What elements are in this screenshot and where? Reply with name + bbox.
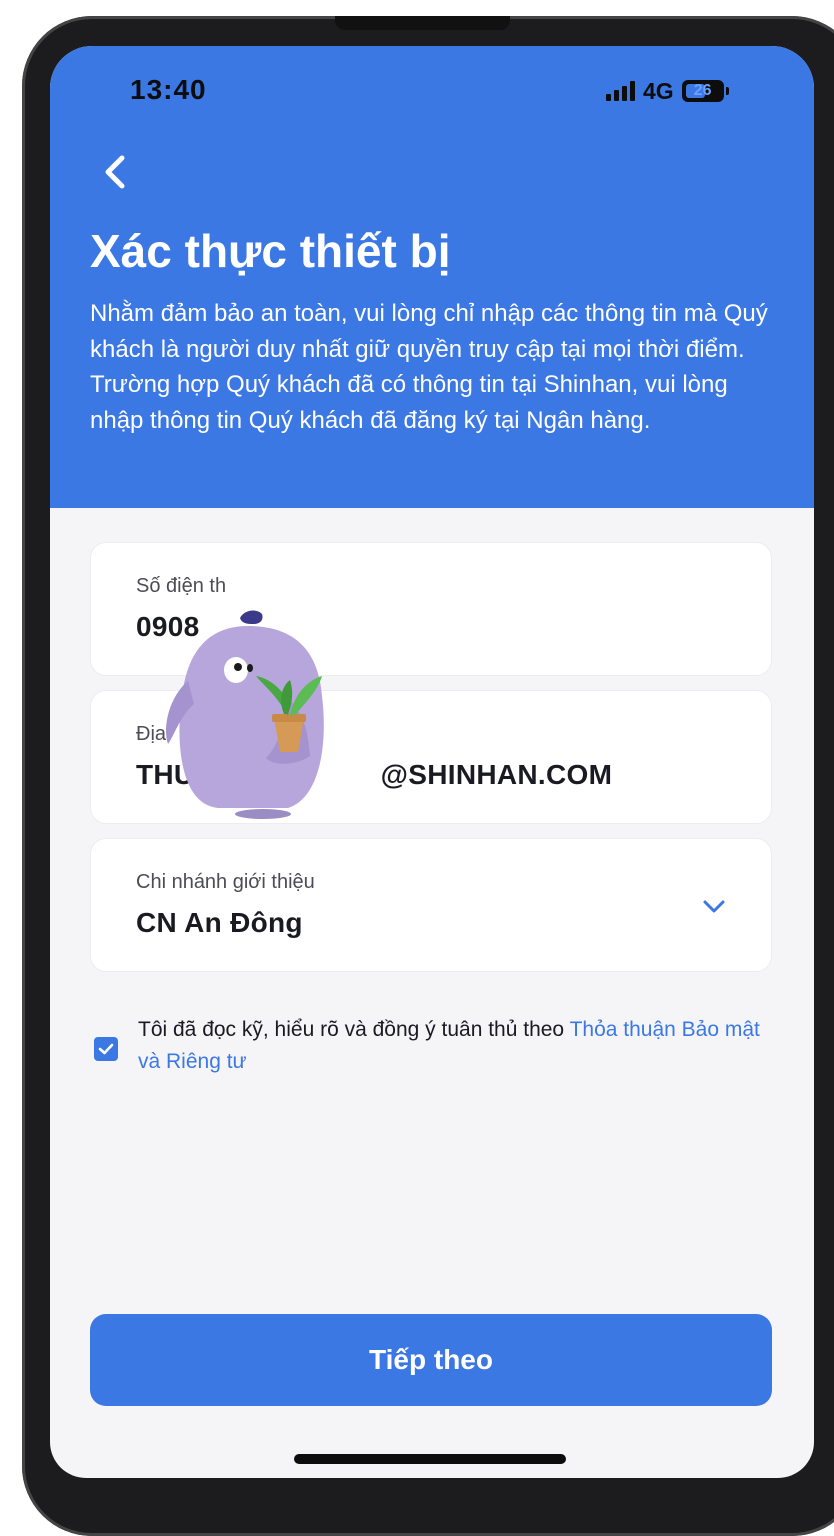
network-type: 4G [643, 77, 674, 104]
back-chevron-icon [105, 155, 125, 189]
status-indicators: 4G 26 [606, 78, 729, 104]
page-description: Nhằm đảm bảo an toàn, vui lòng chỉ nhập … [90, 300, 768, 434]
header: 13:40 4G 26 Xác thực thiết bị Nhằm đảm b… [50, 46, 814, 508]
battery-icon: 26 [681, 80, 724, 102]
check-icon [98, 1043, 114, 1055]
battery-level: 26 [693, 82, 712, 99]
chevron-down-icon[interactable] [701, 893, 727, 919]
signal-icon [606, 81, 635, 101]
phone-notch [335, 16, 510, 30]
home-indicator [294, 1454, 566, 1464]
branch-select[interactable]: Chi nhánh giới thiệu CN An Đông [90, 838, 772, 972]
mascot-character-image [166, 610, 324, 819]
screen: 13:40 4G 26 Xác thực thiết bị Nhằm đảm b… [50, 46, 814, 1478]
branch-select-value: CN An Đông [136, 907, 303, 938]
next-button[interactable]: Tiếp theo [90, 1314, 772, 1406]
status-time: 13:40 [130, 74, 207, 105]
battery-tip [725, 87, 729, 95]
back-button[interactable] [96, 152, 136, 192]
page-title: Xác thực thiết bị [90, 225, 451, 277]
agreement-statement: Tôi đã đọc kỹ, hiểu rõ và đồng ý tuân th… [138, 1018, 570, 1041]
email-value-suffix: @SHINHAN.COM [380, 759, 613, 790]
agreement-checkbox[interactable] [94, 1037, 118, 1061]
agreement-text: Tôi đã đọc kỹ, hiểu rõ và đồng ý tuân th… [138, 1014, 778, 1078]
branch-select-label: Chi nhánh giới thiệu [136, 871, 315, 893]
